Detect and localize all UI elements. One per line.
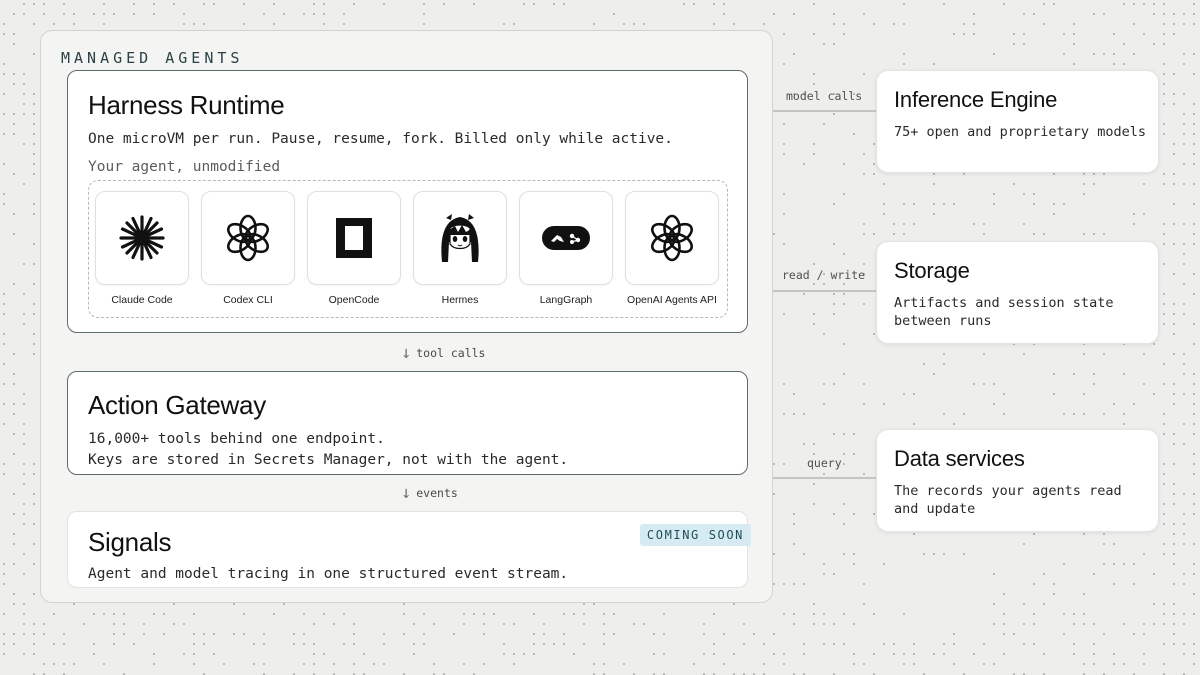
storage-card: Storage Artifacts and session state betw… [876, 241, 1159, 344]
agent-claude-code[interactable]: Claude Code [95, 191, 189, 306]
hermes-anime-girl-icon [441, 214, 479, 262]
openai-knot-icon [650, 214, 694, 262]
signals-card: Signals COMING SOON Agent and model trac… [67, 511, 751, 588]
coming-soon-badge: COMING SOON [639, 524, 751, 546]
connector-label-read-write: read / write [782, 268, 866, 282]
agent-codex-cli[interactable]: Codex CLI [201, 191, 295, 306]
events-label: events [416, 486, 458, 500]
agent-opencode[interactable]: OpenCode [307, 191, 401, 306]
down-arrow-icon: ↓ [401, 343, 412, 363]
action-gateway-description: 16,000+ tools behind one endpoint. Keys … [88, 431, 569, 468]
connector-label-model-calls: model calls [786, 89, 863, 103]
harness-runtime-description: One microVM per run. Pause, resume, fork… [88, 131, 673, 147]
action-gateway-title: Action Gateway [88, 390, 266, 420]
agents-label: Your agent, unmodified [88, 159, 281, 175]
inference-engine-description: 75+ open and proprietary models [894, 124, 1146, 140]
agent-openai-agents-api[interactable]: OpenAI Agents API [625, 191, 719, 306]
agents-dashed-box: Claude Code Codex CLI OpenCode Hermes La… [88, 180, 728, 318]
agent-label: Claude Code [111, 294, 173, 306]
agent-label: Hermes [441, 294, 479, 306]
connector-label-query: query [807, 456, 842, 470]
langgraph-pill-icon [542, 226, 590, 250]
inference-engine-title: Inference Engine [894, 87, 1058, 112]
inference-engine-card: Inference Engine 75+ open and proprietar… [876, 70, 1159, 173]
data-services-title: Data services [894, 446, 1025, 471]
events-arrow: ↓ events [401, 483, 458, 503]
storage-title: Storage [894, 258, 970, 283]
tool-calls-arrow: ↓ tool calls [401, 343, 486, 363]
managed-agents-title: MANAGED AGENTS [61, 49, 244, 67]
storage-description: Artifacts and session state between runs [894, 295, 1114, 329]
harness-runtime-title: Harness Runtime [88, 90, 285, 120]
data-services-card: Data services The records your agents re… [876, 429, 1159, 532]
agent-hermes[interactable]: Hermes [413, 191, 507, 306]
signals-title: Signals [88, 527, 172, 557]
agent-label: OpenCode [328, 294, 380, 306]
action-gateway-card: Action Gateway 16,000+ tools behind one … [67, 371, 748, 475]
openai-knot-icon [226, 214, 270, 262]
agent-label: OpenAI Agents API [627, 294, 717, 306]
harness-runtime-card: Harness Runtime One microVM per run. Pau… [67, 70, 748, 333]
down-arrow-icon: ↓ [401, 483, 412, 503]
data-services-description: The records your agents read and update [894, 483, 1122, 517]
claude-starburst-icon [119, 215, 165, 261]
agent-label: Codex CLI [223, 294, 273, 306]
agent-label: LangGraph [539, 294, 593, 306]
signals-description: Agent and model tracing in one structure… [88, 566, 569, 582]
agent-langgraph[interactable]: LangGraph [519, 191, 613, 306]
tool-calls-label: tool calls [416, 346, 486, 360]
opencode-square-icon [336, 218, 372, 258]
